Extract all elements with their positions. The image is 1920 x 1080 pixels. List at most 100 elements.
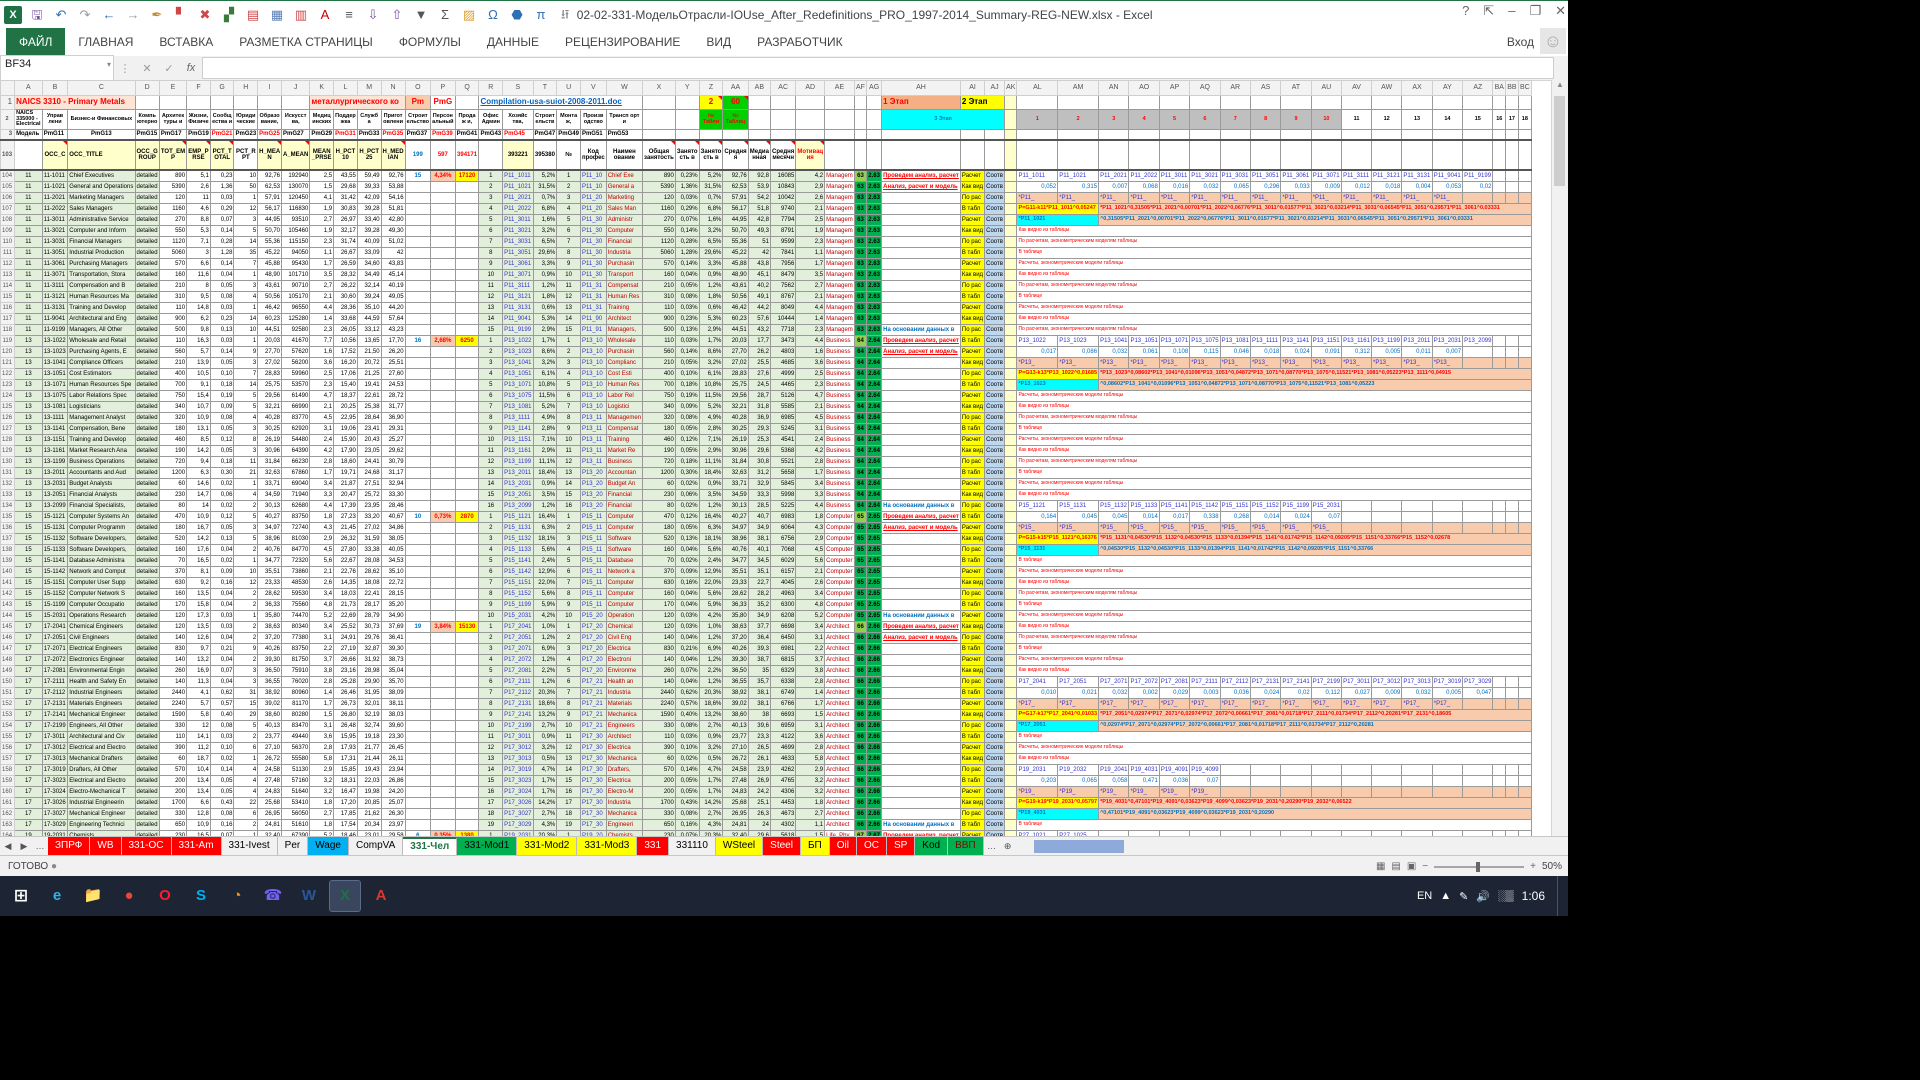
cell[interactable]: P17_30 [580, 776, 606, 787]
cell[interactable]: 0,04% [675, 633, 699, 644]
cell[interactable]: *P15_ [1190, 523, 1220, 534]
cell[interactable]: Computer [825, 534, 855, 545]
cell[interactable]: P11_2022 [1129, 170, 1159, 182]
cell[interactable]: 19,41 [357, 380, 381, 391]
cell[interactable]: 15 [234, 699, 258, 710]
cell[interactable]: 54,16 [381, 193, 405, 204]
cell[interactable] [1506, 677, 1519, 688]
column-header-U[interactable]: U [557, 81, 581, 96]
cell[interactable]: 0,08 [210, 809, 234, 820]
cell[interactable]: Chemical [606, 622, 642, 633]
cell[interactable]: 40,28 [258, 413, 282, 424]
cell[interactable]: Training [606, 303, 642, 314]
cell[interactable]: В таблице [1017, 292, 1532, 303]
cell[interactable]: Architect [825, 699, 855, 710]
cell[interactable]: 15 [479, 776, 503, 787]
cell[interactable]: 2.65 [867, 545, 882, 556]
cell[interactable]: 0,032 [1099, 688, 1129, 699]
cell[interactable]: 64 [854, 336, 866, 347]
cell[interactable]: 25,68 [258, 798, 282, 809]
cell[interactable]: P17_3019 [1432, 677, 1462, 688]
cell[interactable]: 36,33 [258, 600, 282, 611]
cell[interactable]: 5521 [770, 457, 795, 468]
cell[interactable]: 4465 [770, 380, 795, 391]
cell[interactable]: 2.63 [867, 281, 882, 292]
cell[interactable]: 1120 [643, 237, 676, 248]
cell[interactable]: 17 [15, 798, 43, 809]
row-header[interactable]: 120 [1, 347, 15, 358]
cell[interactable]: На основании данных в [882, 501, 961, 512]
cell[interactable]: Electroni [606, 655, 642, 666]
cell[interactable]: 10 [234, 567, 258, 578]
cell[interactable]: 11-3031 [42, 237, 68, 248]
cell[interactable]: На основании данных в [882, 820, 961, 831]
cell[interactable]: A_MEAN [282, 140, 310, 170]
cell[interactable]: 3 [234, 677, 258, 688]
cell[interactable]: В табл [960, 512, 984, 523]
cell[interactable]: Как вид [960, 314, 984, 325]
cell[interactable]: 26,72 [723, 754, 748, 765]
cell[interactable]: 0,57 [210, 699, 234, 710]
cell[interactable]: 3,4 [796, 622, 825, 633]
cell[interactable]: *P13_ [1250, 358, 1280, 369]
cell[interactable]: 370 [159, 567, 186, 578]
column-header-AK[interactable]: AK [1005, 81, 1017, 96]
cell[interactable]: 17 [557, 798, 581, 809]
cell[interactable]: 93510 [282, 215, 310, 226]
cell[interactable]: В табл [960, 468, 984, 479]
cell[interactable]: P13_1075 [1190, 336, 1220, 347]
cell[interactable] [431, 402, 456, 413]
cell[interactable]: P15_11 [580, 589, 606, 600]
sheet-tab-CompVA[interactable]: CompVA [349, 837, 403, 856]
cell[interactable]: 14 [234, 237, 258, 248]
row-header[interactable]: 111 [1, 248, 15, 259]
cell[interactable]: Architect [825, 688, 855, 699]
cell[interactable]: *P11_ [1099, 193, 1129, 204]
cell[interactable] [405, 226, 430, 237]
cell[interactable] [405, 820, 430, 831]
cell[interactable]: 18,4% [533, 468, 557, 479]
sheet-tab-331110[interactable]: 331110 [669, 837, 716, 856]
cell[interactable]: P11_10 [580, 182, 606, 193]
cell[interactable]: 63 [854, 204, 866, 215]
cell[interactable]: 6 [1190, 110, 1220, 130]
cell[interactable]: 5,6 [796, 556, 825, 567]
cell[interactable]: P=G15-k15*P15_1121^0,16376 [1017, 534, 1099, 545]
cell[interactable] [405, 490, 430, 501]
cell[interactable]: 66 [854, 765, 866, 776]
cell[interactable]: 520 [643, 534, 676, 545]
cell[interactable]: 60 [159, 479, 186, 490]
cell[interactable]: 17-3029 [42, 820, 68, 831]
cell[interactable]: 21,45 [334, 523, 358, 534]
cell[interactable]: 13 [15, 435, 43, 446]
cell[interactable]: 2,4% [533, 556, 557, 567]
cell[interactable]: 24,83 [723, 787, 748, 798]
ribbon-tab-данные[interactable]: ДАННЫЕ [474, 28, 552, 56]
cell[interactable] [643, 96, 676, 110]
cell[interactable] [431, 248, 456, 259]
cell[interactable]: 26,67 [334, 248, 358, 259]
cell[interactable]: General a [606, 182, 642, 193]
cell[interactable]: P13_1161 [1342, 336, 1372, 347]
column-header-AD[interactable]: AD [796, 81, 825, 96]
cell[interactable]: *P11_ [1129, 193, 1159, 204]
cell[interactable]: Соотв [985, 479, 1005, 490]
cell[interactable]: 45,88 [258, 259, 282, 270]
cell[interactable]: 192940 [282, 170, 310, 182]
cell[interactable]: 7 [479, 578, 503, 589]
cell[interactable]: 13 [557, 468, 581, 479]
cell[interactable]: Compilation-usa-suiot-2008-2011.doc [479, 96, 643, 110]
cell[interactable]: По рас [960, 765, 984, 776]
cell[interactable]: 23,9 [748, 765, 770, 776]
cell[interactable] [675, 110, 699, 130]
cell[interactable] [1281, 765, 1311, 776]
cell[interactable]: P11_31 [580, 303, 606, 314]
cell[interactable]: 8479 [770, 270, 795, 281]
cell[interactable]: 3,5% [533, 490, 557, 501]
cell[interactable]: *P13_ [1432, 358, 1462, 369]
cell[interactable]: 4,7% [699, 765, 723, 776]
cell[interactable]: 2,8 [310, 457, 334, 468]
cell[interactable] [455, 292, 479, 303]
cell[interactable]: 120 [159, 622, 186, 633]
cell[interactable]: OCC_G ROUP [135, 140, 159, 170]
